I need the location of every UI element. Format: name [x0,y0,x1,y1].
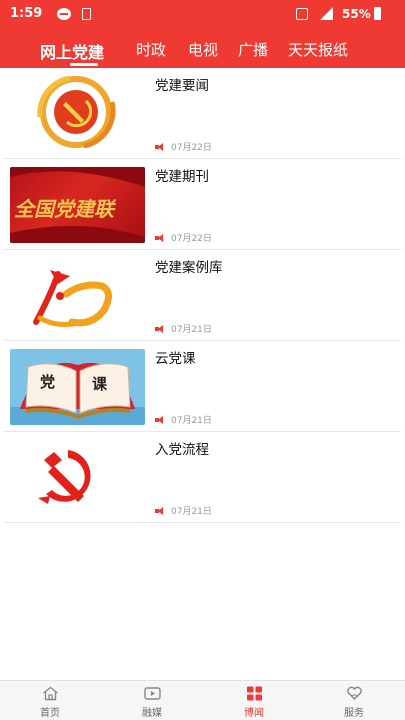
list-item[interactable]: 全国党建联 党建期刊 07月22日 [4,159,401,250]
nav-home[interactable]: 首页 [20,681,80,720]
app-header: 1:59 55% 网上党建 时政 电视 广播 天天报纸 [0,0,405,68]
lesson-char-class: 课 [92,375,108,393]
speaker-icon [155,507,165,515]
list-item[interactable]: 党建案例库 07月21日 [4,250,401,341]
status-time: 1:59 [10,6,43,21]
nav-home-label: 首页 [40,708,60,719]
item-date: 07月21日 [171,416,212,426]
vibrate-icon [296,8,308,20]
grid-icon [247,686,262,701]
item-date: 07月21日 [171,507,212,517]
tab-online-party[interactable]: 网上党建 [40,39,104,63]
nav-news-label: 博闻 [244,708,264,719]
media-icon [144,687,161,700]
item-title: 党建案例库 [155,260,223,276]
item-meta: 07月21日 [155,504,212,517]
item-title: 党建期刊 [155,169,209,185]
nav-service[interactable]: 服务 [324,681,384,720]
lesson-char-party: 党 [40,373,56,391]
nav-media[interactable]: 融媒 [122,681,182,720]
cloud-lesson-thumbnail: 党 课 [10,349,145,425]
nav-news[interactable]: 博闻 [224,681,284,720]
party-case-thumbnail [10,256,145,332]
home-icon [43,686,58,701]
party-journal-thumbnail: 全国党建联 [10,167,145,243]
tab-tv[interactable]: 电视 [188,39,218,60]
list-item[interactable]: 党 课 云党课 07月21日 [4,341,401,432]
tab-radio[interactable]: 广播 [238,39,268,60]
status-bar: 1:59 55% [0,0,405,30]
item-date: 07月21日 [171,325,212,335]
item-meta: 07月22日 [155,231,212,244]
item-meta: 07月21日 [155,322,212,335]
sim-card-icon [82,8,91,20]
active-tab-indicator [70,63,98,66]
speaker-icon [155,143,165,151]
item-date: 07月22日 [171,143,212,153]
speaker-icon [155,234,165,242]
hammer-sickle-thumbnail [10,438,145,514]
nav-media-label: 融媒 [142,708,162,719]
battery-icon [374,7,381,20]
item-title: 党建要闻 [155,78,209,94]
item-title: 云党课 [155,351,196,367]
nav-service-label: 服务 [344,708,364,719]
party-emblem-thumbnail [10,72,145,148]
bottom-navigation: 首页 融媒 博闻 服务 [0,680,405,720]
heart-hand-icon [347,686,362,700]
item-meta: 07月22日 [155,140,212,153]
speaker-icon [155,416,165,424]
tab-politics[interactable]: 时政 [136,39,166,60]
speaker-icon [155,325,165,333]
list-item[interactable]: 入党流程 07月21日 [4,432,401,523]
battery-percent: 55% [342,7,371,21]
item-title: 入党流程 [155,442,209,458]
journal-title-text: 全国党建联 [14,197,114,221]
tab-daily-newspaper[interactable]: 天天报纸 [288,39,348,60]
category-tabs: 网上党建 时政 电视 广播 天天报纸 [0,36,405,66]
list-item[interactable]: 党建要闻 07月22日 [4,68,401,159]
item-date: 07月22日 [171,234,212,244]
message-icon [57,8,71,20]
item-meta: 07月21日 [155,413,212,426]
signal-icon [320,7,333,20]
